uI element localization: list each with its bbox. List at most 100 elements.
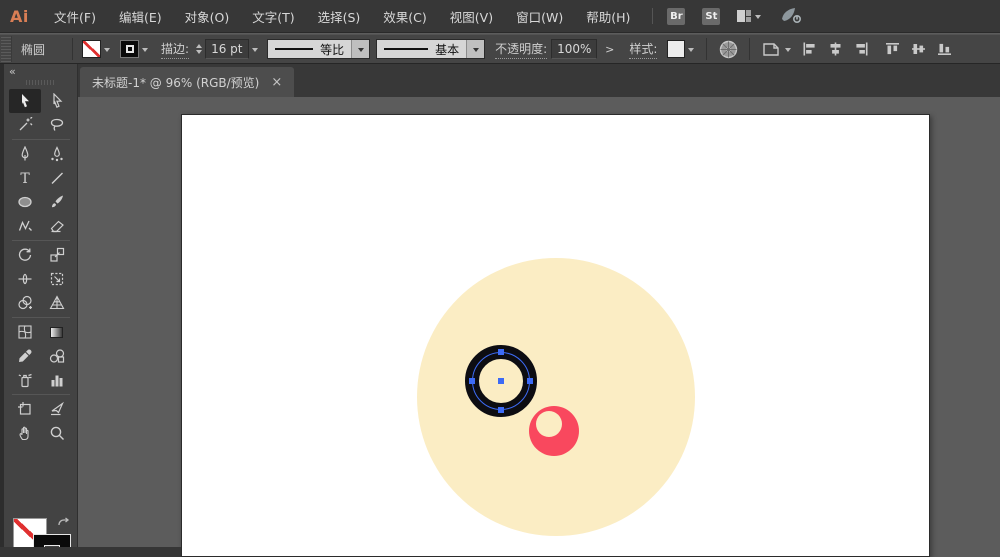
gradient-icon bbox=[50, 327, 63, 338]
magic-wand-tool[interactable] bbox=[9, 113, 41, 137]
eyedropper-tool[interactable] bbox=[9, 344, 41, 368]
align-left-icon[interactable] bbox=[801, 41, 818, 57]
line-segment-tool[interactable] bbox=[41, 166, 73, 190]
selection-arrow-icon bbox=[17, 93, 33, 109]
stroke-dropdown-button[interactable] bbox=[139, 39, 151, 59]
selection-tool[interactable] bbox=[9, 89, 41, 113]
stroke-weight-field[interactable]: 16 pt bbox=[205, 39, 249, 59]
type-tool[interactable]: T bbox=[9, 166, 41, 190]
shaper-tool[interactable] bbox=[9, 214, 41, 238]
align-middle-vertical-icon[interactable] bbox=[910, 41, 927, 57]
slice-tool[interactable] bbox=[41, 397, 73, 421]
scale-icon bbox=[49, 247, 65, 263]
fill-dropdown-button[interactable] bbox=[101, 39, 113, 59]
rotate-tool[interactable] bbox=[9, 243, 41, 267]
menu-edit[interactable]: 编辑(E) bbox=[115, 4, 166, 29]
opacity-field[interactable]: 100% bbox=[551, 39, 597, 59]
divider bbox=[12, 394, 70, 395]
panel-grip[interactable] bbox=[1, 36, 12, 62]
zoom-icon bbox=[49, 425, 65, 441]
brush-dropdown[interactable]: 基本 bbox=[376, 39, 485, 59]
close-icon[interactable]: × bbox=[271, 76, 282, 89]
paintbrush-tool[interactable] bbox=[41, 190, 73, 214]
recolor-artwork-icon[interactable] bbox=[716, 37, 740, 61]
collapse-panel-button[interactable]: « bbox=[9, 65, 16, 78]
divider bbox=[12, 317, 70, 318]
separator bbox=[749, 38, 750, 60]
divider bbox=[12, 139, 70, 140]
ellipse-tool[interactable] bbox=[9, 190, 41, 214]
curvature-tool[interactable] bbox=[41, 142, 73, 166]
opacity-expand-button[interactable]: > bbox=[600, 43, 619, 56]
pen-tool[interactable] bbox=[9, 142, 41, 166]
width-tool[interactable] bbox=[9, 267, 41, 291]
align-bottom-icon[interactable] bbox=[936, 41, 953, 57]
menu-object[interactable]: 对象(O) bbox=[181, 4, 234, 29]
menu-bar: Ai 文件(F) 编辑(E) 对象(O) 文字(T) 选择(S) 效果(C) 视… bbox=[0, 0, 1000, 33]
menu-type[interactable]: 文字(T) bbox=[248, 4, 298, 29]
stroke-swatch[interactable] bbox=[120, 40, 139, 58]
bridge-button[interactable]: Br bbox=[667, 8, 685, 25]
menu-effect[interactable]: 效果(C) bbox=[379, 4, 430, 29]
stroke-weight-dropdown[interactable] bbox=[249, 39, 261, 59]
perspective-grid-icon bbox=[49, 295, 65, 311]
opacity-panel-link[interactable]: 不透明度: bbox=[495, 40, 547, 59]
app-logo: Ai bbox=[10, 7, 40, 26]
anchor-point-left[interactable] bbox=[469, 378, 475, 384]
menu-view[interactable]: 视图(V) bbox=[446, 4, 497, 29]
free-transform-tool[interactable] bbox=[41, 267, 73, 291]
menu-select[interactable]: 选择(S) bbox=[314, 4, 365, 29]
perspective-grid-tool[interactable] bbox=[41, 291, 73, 315]
workspace-switcher[interactable] bbox=[737, 10, 761, 22]
lasso-tool[interactable] bbox=[41, 113, 73, 137]
hand-tool[interactable] bbox=[9, 421, 41, 445]
scale-tool[interactable] bbox=[41, 243, 73, 267]
direct-selection-tool[interactable] bbox=[41, 89, 73, 113]
anchor-point-top[interactable] bbox=[498, 349, 504, 355]
anchor-point-center[interactable] bbox=[498, 378, 504, 384]
artboard-tool[interactable] bbox=[9, 397, 41, 421]
menu-file[interactable]: 文件(F) bbox=[50, 4, 100, 29]
stroke-panel-link[interactable]: 描边: bbox=[161, 40, 189, 59]
align-vertical-group bbox=[884, 41, 953, 57]
eraser-tool[interactable] bbox=[41, 214, 73, 238]
fill-swatch[interactable] bbox=[82, 40, 101, 58]
stroke-weight-stepper[interactable] bbox=[196, 41, 202, 57]
menu-window[interactable]: 窗口(W) bbox=[512, 4, 567, 29]
cream-circle-shape[interactable] bbox=[417, 258, 695, 536]
gradient-tool[interactable] bbox=[41, 320, 73, 344]
align-top-icon[interactable] bbox=[884, 41, 901, 57]
blend-tool[interactable] bbox=[41, 344, 73, 368]
svg-text:T: T bbox=[20, 171, 30, 186]
align-right-icon[interactable] bbox=[853, 41, 870, 57]
shape-builder-tool[interactable] bbox=[9, 291, 41, 315]
align-center-horizontal-icon[interactable] bbox=[827, 41, 844, 57]
stock-button[interactable]: St bbox=[702, 8, 720, 25]
slice-icon bbox=[49, 401, 65, 417]
document-tab[interactable]: 未标题-1* @ 96% (RGB/预览) × bbox=[80, 67, 294, 97]
curvature-icon bbox=[49, 146, 65, 162]
cs-live-icon[interactable] bbox=[779, 6, 803, 26]
context-label: 椭圆 bbox=[21, 41, 45, 58]
graphic-style-swatch[interactable] bbox=[667, 40, 685, 58]
column-graph-icon bbox=[49, 372, 65, 388]
swap-fill-stroke-icon[interactable] bbox=[57, 517, 71, 530]
shape-properties-icon[interactable] bbox=[759, 37, 783, 61]
anchor-point-right[interactable] bbox=[527, 378, 533, 384]
width-profile-dropdown[interactable]: 等比 bbox=[267, 39, 370, 59]
menu-help[interactable]: 帮助(H) bbox=[582, 4, 634, 29]
chevron-down-icon bbox=[104, 48, 110, 55]
line-preview-icon bbox=[275, 48, 313, 51]
column-graph-tool[interactable] bbox=[41, 368, 73, 392]
symbol-sprayer-tool[interactable] bbox=[9, 368, 41, 392]
anchor-point-bottom[interactable] bbox=[498, 407, 504, 413]
separator bbox=[72, 38, 73, 60]
eyedropper-icon bbox=[17, 348, 33, 364]
eraser-icon bbox=[49, 218, 65, 234]
chevron-down-icon bbox=[785, 48, 791, 55]
zoom-tool[interactable] bbox=[41, 421, 73, 445]
panel-grip[interactable] bbox=[26, 80, 56, 85]
mesh-tool[interactable] bbox=[9, 320, 41, 344]
style-dropdown-button[interactable] bbox=[685, 39, 697, 59]
brush-preview-icon bbox=[384, 48, 428, 51]
